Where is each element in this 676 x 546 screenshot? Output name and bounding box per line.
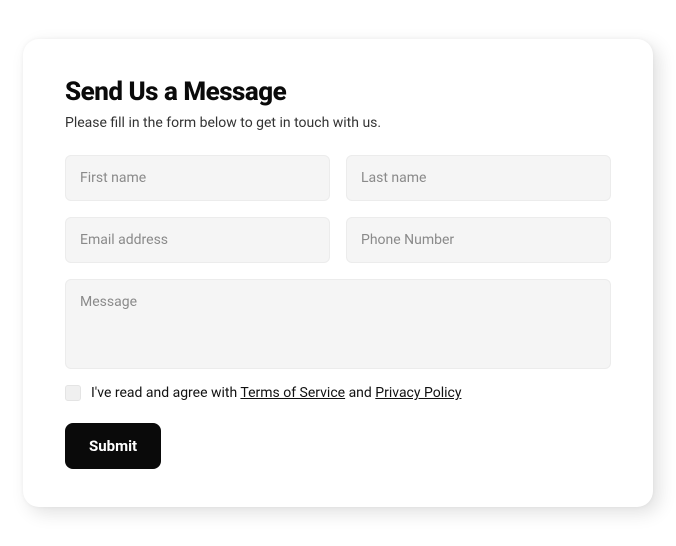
message-row (65, 279, 611, 369)
submit-button[interactable]: Submit (65, 423, 161, 469)
consent-checkbox[interactable] (65, 385, 81, 401)
last-name-field[interactable] (346, 155, 611, 201)
consent-row: I've read and agree with Terms of Servic… (65, 385, 611, 401)
terms-link[interactable]: Terms of Service (240, 385, 345, 401)
form-subtitle: Please fill in the form below to get in … (65, 115, 611, 131)
contact-row (65, 217, 611, 263)
consent-text: I've read and agree with Terms of Servic… (91, 385, 461, 401)
name-row (65, 155, 611, 201)
form-title: Send Us a Message (65, 77, 611, 107)
consent-prefix: I've read and agree with (91, 385, 240, 401)
phone-field[interactable] (346, 217, 611, 263)
contact-form-card: Send Us a Message Please fill in the for… (23, 39, 653, 507)
email-field[interactable] (65, 217, 330, 263)
first-name-field[interactable] (65, 155, 330, 201)
consent-middle: and (345, 385, 375, 401)
message-field[interactable] (65, 279, 611, 369)
privacy-link[interactable]: Privacy Policy (375, 385, 461, 401)
